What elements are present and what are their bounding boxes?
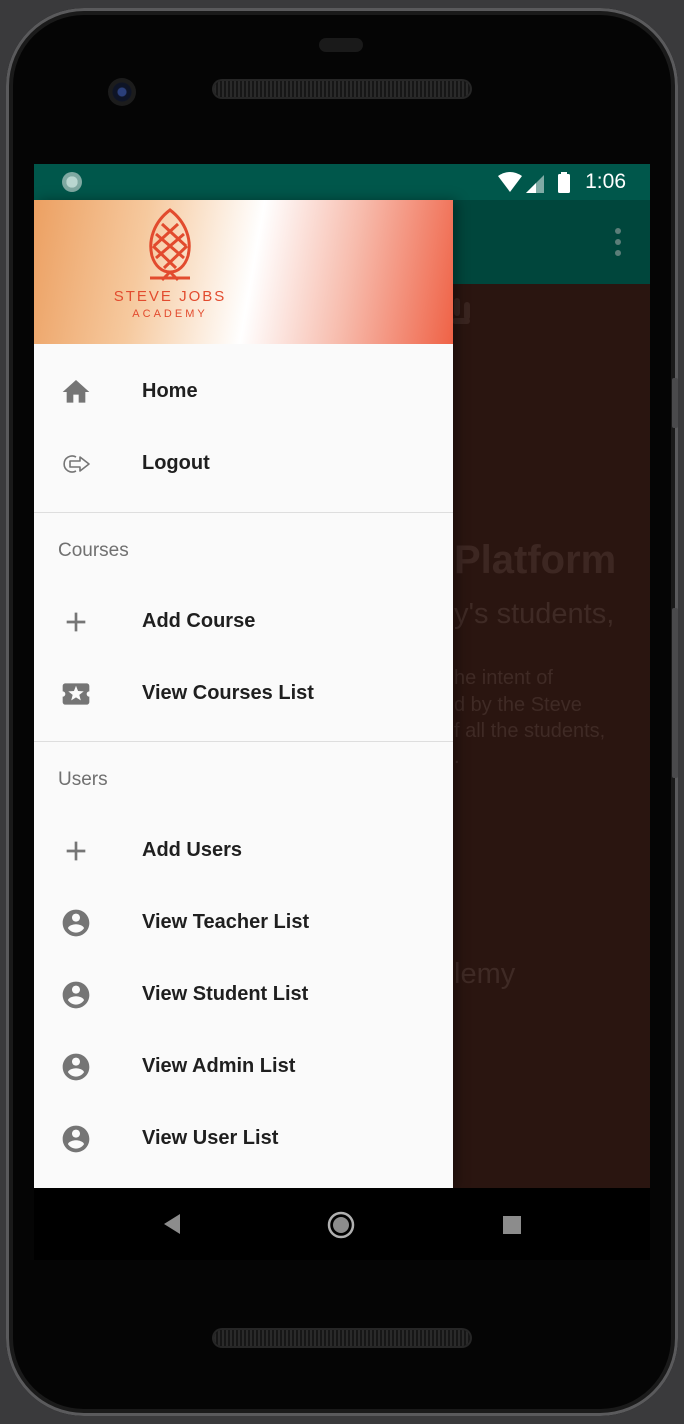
menu-item-label: View Courses List (142, 682, 314, 704)
menu-item-label: View Teacher List (142, 911, 310, 933)
section-title-users: Users (58, 769, 108, 790)
pinecone-logo-icon (149, 208, 191, 282)
drawer-header: STEVE JOBS ACADEMY (34, 200, 453, 344)
account-circle-icon (62, 1125, 90, 1153)
account-circle-icon (62, 981, 90, 1009)
bg-heading: Platform (454, 538, 617, 582)
proximity-sensor (319, 38, 363, 52)
brand-name: STEVE JOBS (113, 288, 227, 305)
account-circle-icon (62, 909, 90, 937)
home-icon (62, 380, 90, 403)
menu-item-add-users[interactable]: Add Users (34, 815, 453, 887)
menu-item-view-students[interactable]: View Student List (34, 959, 453, 1031)
divider (34, 741, 453, 742)
home-button-icon[interactable] (326, 1210, 356, 1240)
menu-item-label: View Student List (142, 983, 309, 1005)
ticket-star-icon (62, 683, 90, 705)
menu-item-view-courses[interactable]: View Courses List (34, 658, 453, 730)
recents-icon[interactable] (502, 1215, 522, 1235)
bg-subheading: y's students, (454, 598, 615, 630)
screen: ging Platform y's students, he intent of… (34, 164, 650, 1188)
signal-icons (498, 172, 570, 193)
logout-icon (63, 455, 90, 473)
menu-item-home[interactable]: Home (34, 356, 453, 428)
notification-icon (62, 172, 82, 192)
menu-item-label: Add Users (142, 839, 243, 861)
menu-item-label: View Admin List (142, 1055, 296, 1077)
overflow-menu-icon[interactable] (614, 228, 622, 258)
front-camera (108, 78, 136, 106)
menu-item-label: Home (142, 380, 198, 402)
side-button (672, 608, 678, 778)
bg-para-line: f all the students, (454, 720, 606, 742)
bg-para-line: d by the Steve (454, 694, 582, 716)
plus-icon (66, 612, 86, 632)
volume-up-button (672, 378, 678, 428)
bottom-speaker (214, 1330, 470, 1346)
menu-item-view-users[interactable]: View User List (34, 1103, 453, 1175)
menu-item-logout[interactable]: Logout (34, 428, 453, 500)
menu-item-label: Logout (142, 452, 210, 474)
bg-footer-text: lemy (454, 958, 516, 990)
earpiece-speaker (214, 81, 470, 97)
account-circle-icon (62, 1053, 90, 1081)
menu-item-add-course[interactable]: Add Course (34, 586, 453, 658)
menu-item-view-admins[interactable]: View Admin List (34, 1031, 453, 1103)
divider (34, 512, 453, 513)
menu-item-view-teachers[interactable]: View Teacher List (34, 887, 453, 959)
bg-para-line: . (454, 746, 460, 768)
menu-item-label: View User List (142, 1127, 279, 1149)
plus-icon (66, 841, 86, 861)
section-title-courses: Courses (58, 540, 129, 561)
status-bar: 1:06 (34, 164, 650, 200)
status-time: 1:06 (585, 170, 626, 193)
navigation-drawer: STEVE JOBS ACADEMY Home Logout Courses A… (34, 200, 453, 1188)
brand-subtitle: ACADEMY (132, 308, 208, 320)
bg-para-line: he intent of (454, 667, 553, 689)
slack-logo-icon (452, 298, 470, 324)
system-nav-bar (34, 1188, 650, 1260)
back-icon[interactable] (162, 1212, 182, 1236)
menu-item-label: Add Course (142, 610, 256, 632)
